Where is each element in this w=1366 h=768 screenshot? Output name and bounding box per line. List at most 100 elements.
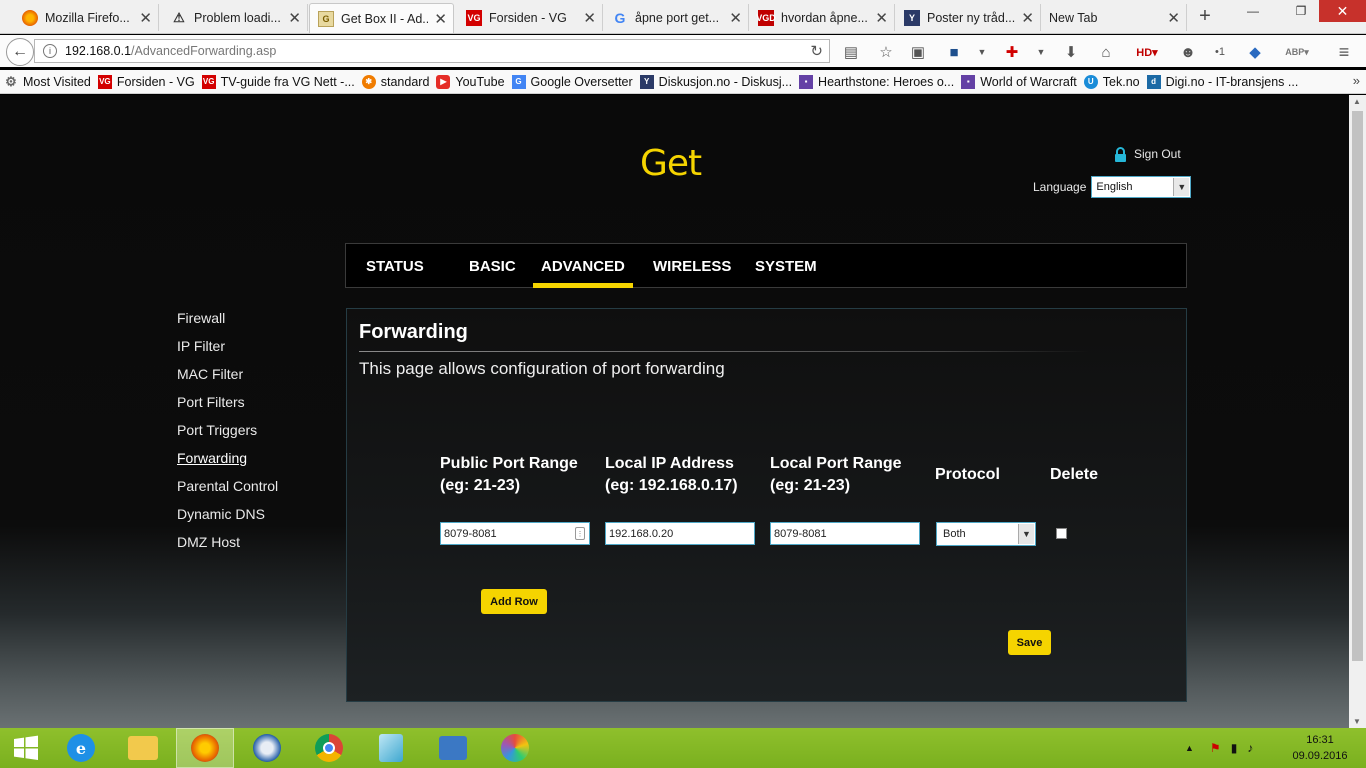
adblock-icon[interactable]: ABP▾ — [1283, 42, 1311, 62]
taskbar-chrome[interactable] — [300, 728, 358, 768]
sidebar-item-dmz-host[interactable]: DMZ Host — [177, 533, 278, 561]
notification-icon[interactable]: •1 — [1210, 42, 1230, 62]
bookmark-hearthstone[interactable]: ▪ Hearthstone: Heroes o... — [799, 74, 955, 89]
taskbar-paint[interactable] — [486, 728, 544, 768]
bookmark-label: Hearthstone: Heroes o... — [818, 74, 955, 89]
scroll-up-icon[interactable]: ▲ — [1353, 97, 1361, 106]
action-center-icon[interactable]: ⚑ — [1210, 741, 1221, 755]
close-tab-icon[interactable]: ✕ — [139, 9, 152, 27]
reader-view-icon[interactable]: ▤ — [841, 42, 861, 62]
sidebar-item-mac-filter[interactable]: MAC Filter — [177, 365, 278, 393]
scroll-down-icon[interactable]: ▼ — [1353, 717, 1361, 726]
info-icon[interactable]: i — [43, 44, 57, 58]
bookmark-standard[interactable]: ✱ standard — [361, 74, 429, 89]
more-bookmarks-icon[interactable]: » — [1353, 73, 1360, 88]
close-tab-icon[interactable]: ✕ — [1021, 9, 1034, 27]
smiley-icon[interactable]: ☻ — [1178, 42, 1198, 62]
sidebar-item-dynamic-dns[interactable]: Dynamic DNS — [177, 505, 278, 533]
taskbar-notepad[interactable] — [362, 728, 420, 768]
digi-icon: d — [1146, 74, 1161, 89]
close-window-button[interactable]: ✕ — [1319, 0, 1366, 22]
extension-icon[interactable]: ◆ — [1245, 42, 1265, 62]
local-ip-input[interactable]: 192.168.0.20 — [605, 522, 755, 545]
chevron-down-icon[interactable]: ▼ — [972, 42, 992, 62]
page-title: Forwarding — [359, 321, 468, 343]
bookmark-digi-no[interactable]: d Digi.no - IT-bransjens ... — [1146, 74, 1298, 89]
bookmark-tek-no[interactable]: U Tek.no — [1083, 74, 1140, 89]
sidebar-item-parental-control[interactable]: Parental Control — [177, 477, 278, 505]
close-tab-icon[interactable]: ✕ — [434, 10, 447, 28]
tab-problem-loading[interactable]: ⚠ Problem loadi... ✕ — [163, 4, 308, 31]
network-icon[interactable]: ▮ — [1231, 741, 1238, 755]
volume-icon[interactable]: ♪ — [1247, 741, 1253, 755]
sign-out-link[interactable]: Sign Out — [1114, 147, 1181, 162]
reading-list-icon[interactable]: ▣ — [908, 42, 928, 62]
tab-mozilla-firefox[interactable]: Mozilla Firefo... ✕ — [14, 4, 159, 31]
restore-button[interactable]: ❐ — [1283, 0, 1319, 22]
vertical-scrollbar[interactable]: ▲ ▼ — [1349, 95, 1366, 728]
tab-poster-ny-trad[interactable]: Y Poster ny tråd... ✕ — [896, 4, 1041, 31]
sidebar-item-ip-filter[interactable]: IP Filter — [177, 337, 278, 365]
first-aid-icon[interactable]: ✚ — [1002, 42, 1022, 62]
tab-advanced[interactable]: ADVANCED — [533, 244, 633, 288]
bookmark-world-of-warcraft[interactable]: ▪ World of Warcraft — [961, 74, 1077, 89]
tab-system[interactable]: SYSTEM — [755, 244, 817, 288]
hd-icon[interactable]: HD▾ — [1132, 42, 1162, 62]
delete-checkbox[interactable] — [1056, 528, 1067, 539]
sidebar-item-port-triggers[interactable]: Port Triggers — [177, 421, 278, 449]
public-port-input[interactable]: 8079-8081 ⋮ — [440, 522, 590, 545]
local-port-input[interactable]: 8079-8081 — [770, 522, 920, 545]
bookmark-label: Google Oversetter — [530, 74, 633, 89]
start-button[interactable] — [6, 728, 46, 768]
bookmark-star-icon[interactable]: ☆ — [876, 42, 896, 62]
menu-icon[interactable]: ≡ — [1334, 42, 1354, 62]
bookmark-tv-guide[interactable]: VG TV-guide fra VG Nett -... — [201, 74, 355, 89]
tab-wireless[interactable]: WIRELESS — [653, 244, 731, 288]
reload-icon[interactable]: ↻ — [810, 42, 823, 60]
taskbar-thunderbird[interactable] — [238, 728, 296, 768]
close-tab-icon[interactable]: ✕ — [729, 9, 742, 27]
close-tab-icon[interactable]: ✕ — [875, 9, 888, 27]
bookmark-youtube[interactable]: ▶ YouTube — [436, 74, 505, 89]
taskbar-file-explorer[interactable] — [114, 728, 172, 768]
sidebar-item-forwarding[interactable]: Forwarding — [177, 449, 278, 477]
taskbar-control-panel[interactable] — [424, 728, 482, 768]
language-select[interactable]: English ▼ — [1091, 176, 1192, 198]
sidebar-item-firewall[interactable]: Firewall — [177, 309, 278, 337]
minimize-button[interactable]: — — [1233, 0, 1273, 22]
new-tab-button[interactable]: + — [1194, 5, 1216, 28]
home-icon[interactable]: ⌂ — [1096, 42, 1116, 62]
tab-new-tab[interactable]: New Tab ✕ — [1042, 4, 1187, 31]
bookmark-google-oversetter[interactable]: G Google Oversetter — [511, 74, 633, 89]
sidebar-item-port-filters[interactable]: Port Filters — [177, 393, 278, 421]
tab-apne-port[interactable]: G åpne port get... ✕ — [604, 4, 749, 31]
autofill-icon[interactable]: ⋮ — [575, 527, 585, 540]
close-tab-icon[interactable]: ✕ — [1167, 9, 1180, 27]
tab-status[interactable]: STATUS — [366, 244, 424, 288]
warning-icon: ⚠ — [173, 9, 185, 25]
url-bar[interactable]: i 192.168.0.1/AdvancedForwarding.asp ↻ — [34, 39, 830, 63]
tab-forsiden-vg[interactable]: VG Forsiden - VG ✕ — [458, 4, 603, 31]
taskbar-internet-explorer[interactable]: e — [52, 728, 110, 768]
tab-hvordan-apne[interactable]: VGD hvordan åpne... ✕ — [750, 4, 895, 31]
close-tab-icon[interactable]: ✕ — [583, 9, 596, 27]
protocol-select[interactable]: Both ▼ — [936, 522, 1036, 546]
tab-get-box[interactable]: G Get Box II - Ad... ✕ — [309, 3, 454, 33]
taskbar-firefox[interactable] — [176, 728, 234, 768]
save-icon[interactable]: ■ — [944, 42, 964, 62]
bookmark-diskusjon[interactable]: Y Diskusjon.no - Diskusj... — [639, 74, 792, 89]
close-tab-icon[interactable]: ✕ — [288, 9, 301, 27]
chevron-down-icon[interactable]: ▼ — [1031, 42, 1051, 62]
bookmarks-toolbar: ⚙ Most Visited VG Forsiden - VG VG TV-guide… — [0, 70, 1366, 94]
clock[interactable]: 16:31 09.09.2016 — [1290, 732, 1350, 764]
save-button[interactable]: Save — [1008, 630, 1051, 655]
back-button[interactable]: ← — [6, 38, 34, 66]
bookmark-most-visited[interactable]: ⚙ Most Visited — [4, 74, 91, 89]
tab-basic[interactable]: BASIC — [469, 244, 516, 288]
bookmark-label: YouTube — [455, 74, 505, 89]
bookmark-forsiden-vg[interactable]: VG Forsiden - VG — [97, 74, 195, 89]
scrollbar-thumb[interactable] — [1352, 111, 1363, 661]
download-icon[interactable]: ⬇ — [1061, 42, 1081, 62]
tray-expand-icon[interactable]: ▲ — [1185, 743, 1194, 753]
add-row-button[interactable]: Add Row — [481, 589, 547, 614]
